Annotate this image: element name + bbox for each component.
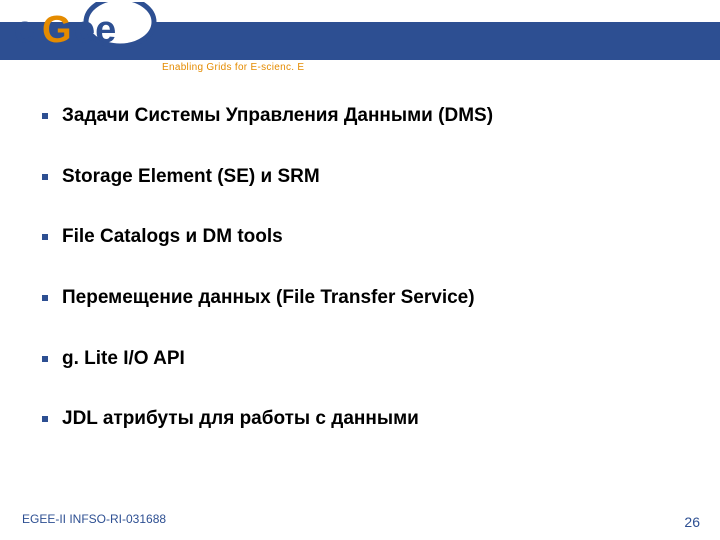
tagline-strip [0, 60, 720, 74]
bullet-icon [42, 234, 48, 240]
slide: e G ee Enabling Grids for E-scienc. E За… [0, 0, 720, 540]
bullet-text: JDL атрибуты для работы с данными [62, 407, 419, 432]
list-item: JDL атрибуты для работы с данными [42, 407, 680, 432]
bullet-icon [42, 113, 48, 119]
svg-text:e: e [14, 9, 35, 51]
list-item: g. Lite I/O API [42, 347, 680, 372]
bullet-icon [42, 416, 48, 422]
content-area: Задачи Системы Управления Данными (DMS) … [42, 104, 680, 468]
bullet-text: Перемещение данных (File Transfer Servic… [62, 286, 475, 311]
svg-text:ee: ee [74, 9, 116, 51]
bullet-text: g. Lite I/O API [62, 347, 185, 372]
tagline-text: Enabling Grids for E-scienc. E [162, 62, 304, 73]
bullet-icon [42, 295, 48, 301]
list-item: Задачи Системы Управления Данными (DMS) [42, 104, 680, 129]
list-item: Storage Element (SE) и SRM [42, 165, 680, 190]
svg-text:G: G [42, 9, 72, 51]
bullet-icon [42, 174, 48, 180]
egee-logo: e G ee [8, 2, 168, 57]
bullet-text: Задачи Системы Управления Данными (DMS) [62, 104, 493, 129]
list-item: Перемещение данных (File Transfer Servic… [42, 286, 680, 311]
footer-left-text: EGEE-II INFSO-RI-031688 [22, 512, 166, 526]
bullet-text: File Catalogs и DM tools [62, 225, 283, 250]
bullet-text: Storage Element (SE) и SRM [62, 165, 320, 190]
list-item: File Catalogs и DM tools [42, 225, 680, 250]
page-number: 26 [684, 514, 700, 530]
bullet-icon [42, 356, 48, 362]
